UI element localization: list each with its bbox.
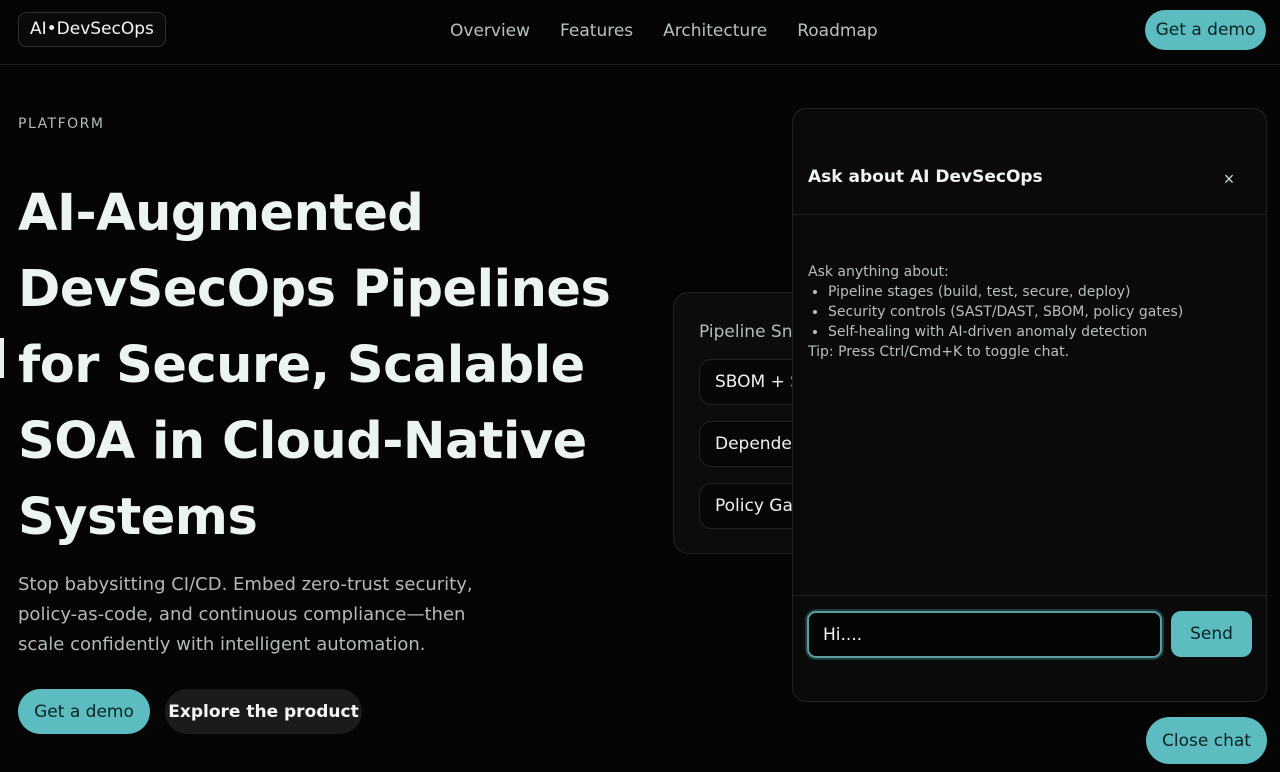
close-icon[interactable]: × (1217, 167, 1241, 191)
chat-header: Ask about AI DevSecOps × (793, 109, 1266, 215)
header-get-demo-button[interactable]: Get a demo (1145, 10, 1266, 50)
hero-title: AI-Augmented DevSecOps Pipelines for Sec… (18, 184, 611, 547)
chat-topic-list: Pipeline stages (build, test, secure, de… (828, 282, 1248, 342)
hero-get-demo-button[interactable]: Get a demo (18, 689, 150, 734)
edge-marker (0, 338, 4, 378)
hero-actions: Get a demo Explore the product (18, 689, 362, 734)
chat-topic-item: Self-healing with AI-driven anomaly dete… (828, 322, 1248, 342)
nav-link-features[interactable]: Features (560, 19, 633, 43)
chat-topic-item: Security controls (SAST/DAST, SBOM, poli… (828, 302, 1248, 322)
primary-nav: Overview Features Architecture Roadmap (450, 19, 878, 43)
brand-logo[interactable]: AI•DevSecOps (18, 12, 166, 47)
chat-panel: Ask about AI DevSecOps × Ask anything ab… (792, 108, 1267, 702)
chat-intro: Ask anything about: (808, 264, 949, 280)
nav-link-architecture[interactable]: Architecture (663, 19, 767, 43)
chat-footer-divider (793, 595, 1266, 596)
chat-title: Ask about AI DevSecOps (808, 167, 1043, 187)
chat-tip: Tip: Press Ctrl/Cmd+K to toggle chat. (808, 344, 1070, 360)
chat-topic-item: Pipeline stages (build, test, secure, de… (828, 282, 1248, 302)
hero-subtitle: Stop babysitting CI/CD. Embed zero-trust… (18, 574, 473, 655)
nav-link-overview[interactable]: Overview (450, 19, 530, 43)
chat-message-input[interactable] (807, 611, 1162, 658)
hero-eyebrow: PLATFORM (18, 116, 105, 132)
chat-messages: Ask anything about: Pipeline stages (bui… (808, 262, 1248, 362)
close-chat-button[interactable]: Close chat (1146, 717, 1267, 764)
explore-product-button[interactable]: Explore the product (165, 689, 362, 734)
nav-link-roadmap[interactable]: Roadmap (797, 19, 877, 43)
send-button[interactable]: Send (1171, 611, 1252, 657)
top-navigation-bar: AI•DevSecOps Overview Features Architect… (0, 0, 1280, 65)
snapshot-title: Pipeline Sna (699, 322, 803, 342)
